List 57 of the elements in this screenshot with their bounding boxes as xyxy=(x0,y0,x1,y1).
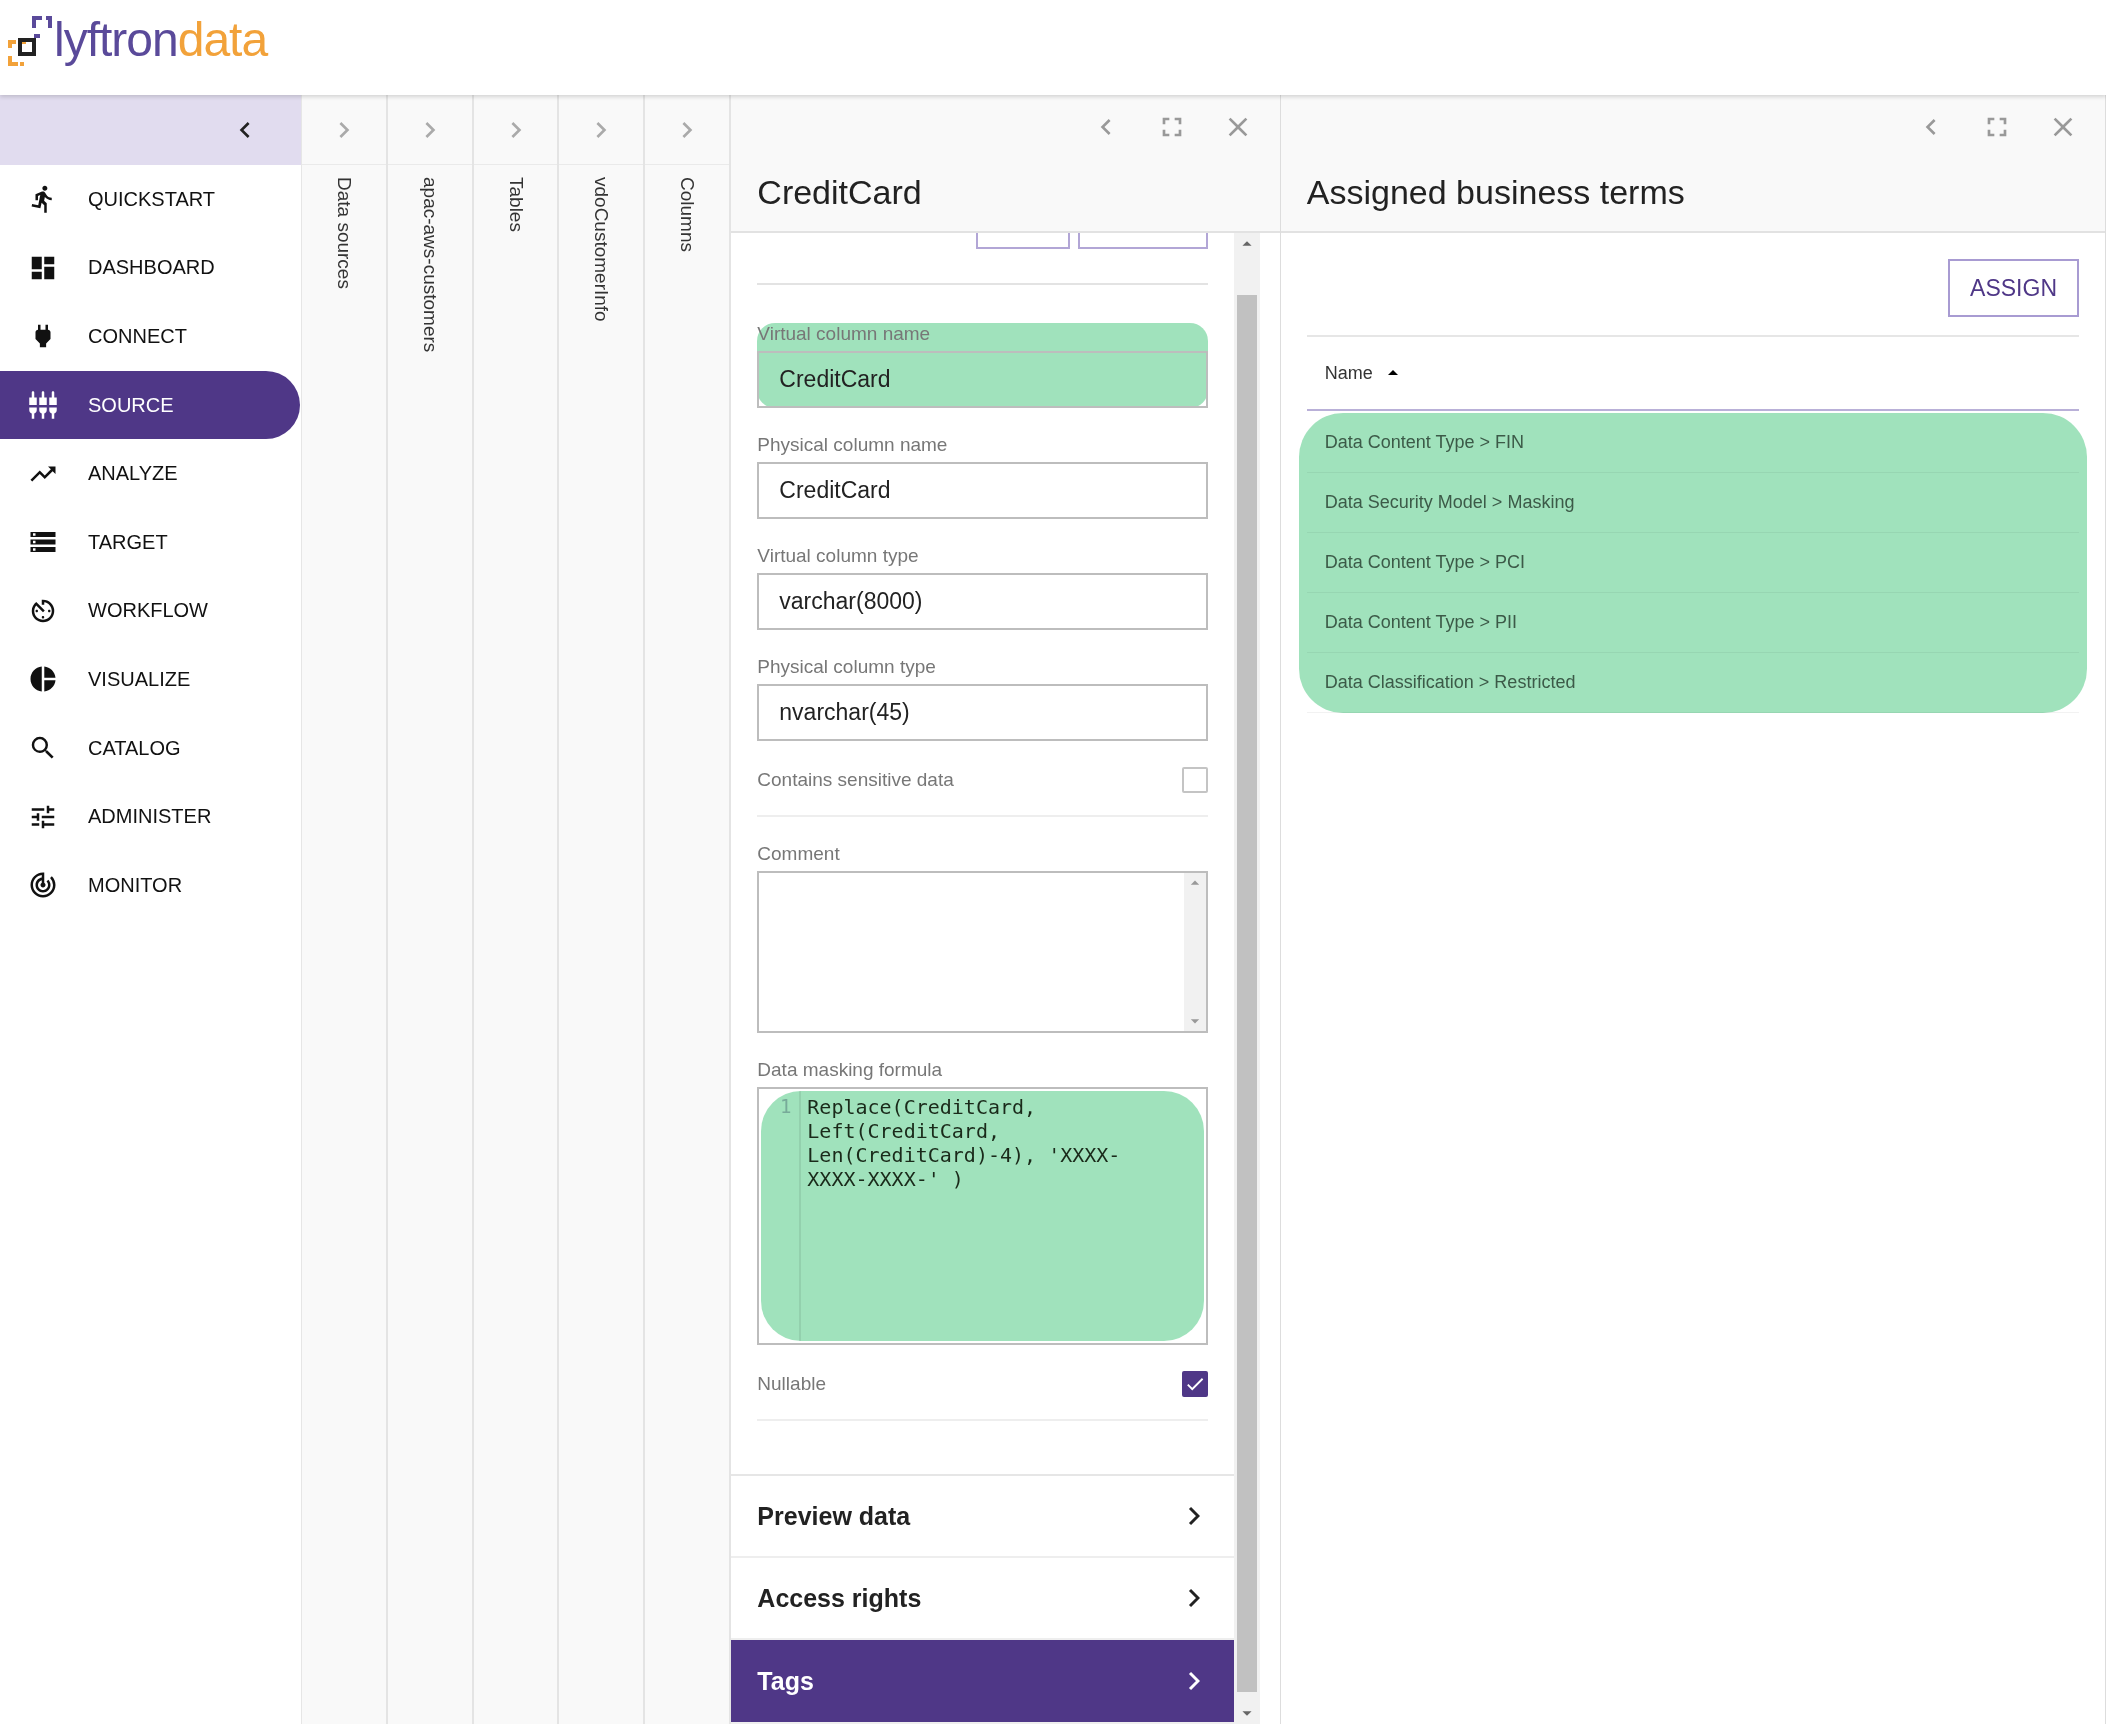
panel-label: Tables xyxy=(504,177,527,232)
comment-field[interactable] xyxy=(757,871,1208,1033)
logo-icon xyxy=(8,13,52,66)
checkbox-label: Nullable xyxy=(757,1373,826,1395)
table-row[interactable]: Data Content Type > PII xyxy=(1306,593,2079,653)
chevron-right-icon xyxy=(1187,1506,1200,1526)
code-editor[interactable]: 1 Replace(CreditCard, Left(CreditCard, Len(CreditCard)-4), 'XXXX-XXXX-XXXX-' ) xyxy=(757,1087,1208,1345)
table-row[interactable]: Data Content Type > FIN xyxy=(1306,413,2079,473)
panel-title: CreditCard xyxy=(757,173,923,212)
input-field[interactable]: CreditCard xyxy=(757,462,1208,519)
table-row[interactable]: Data Content Type > PCI xyxy=(1306,533,2079,593)
panel-label: apac-aws-customers xyxy=(418,177,441,353)
table-row[interactable]: Data Security Model > Masking xyxy=(1306,473,2079,533)
column-header[interactable]: Name xyxy=(1324,362,1373,384)
sidebar-item[interactable]: QUICKSTART xyxy=(0,165,300,234)
assign-button[interactable]: ASSIGN xyxy=(1948,259,2079,317)
panel-label: Data sources xyxy=(332,177,355,289)
checkbox-label: Contains sensitive data xyxy=(757,769,954,791)
field-label: Data masking formula xyxy=(757,1059,944,1081)
sidebar-item[interactable]: TARGET xyxy=(0,507,300,577)
panel-title: Assigned business terms xyxy=(1306,173,1686,212)
partial-button[interactable] xyxy=(975,233,1070,249)
sidebar-item[interactable]: CONNECT xyxy=(0,302,300,371)
sidebar-item[interactable]: VISUALIZE xyxy=(0,645,300,714)
chevron-right-icon xyxy=(1187,1588,1200,1608)
chevron-right-icon xyxy=(1187,1671,1200,1691)
collapsed-panel[interactable]: apac-aws-customers xyxy=(387,95,474,1724)
input-field[interactable]: nvarchar(45) xyxy=(757,684,1208,741)
checkbox[interactable] xyxy=(1181,1371,1208,1397)
sidebar-item[interactable]: CATALOG xyxy=(0,713,300,783)
partial-button[interactable] xyxy=(1077,233,1208,249)
line-number: 1 xyxy=(761,1091,802,1341)
collapsed-panel[interactable]: Tables xyxy=(473,95,560,1724)
sidebar-item[interactable]: ANALYZE xyxy=(0,439,300,508)
panel-label: Columns xyxy=(676,177,699,252)
scrollbar[interactable] xyxy=(1233,233,1260,1724)
collapsed-panel[interactable]: Data sources xyxy=(301,95,388,1724)
field-label: Physical column type xyxy=(757,656,937,678)
sidebar-item[interactable]: WORKFLOW xyxy=(0,576,300,646)
input-field[interactable]: CreditCard xyxy=(757,351,1208,408)
input-field[interactable]: varchar(8000) xyxy=(757,573,1208,630)
field-label: Virtual column name xyxy=(757,323,932,345)
logo-text: lyftrondata xyxy=(54,12,268,67)
sidebar-item[interactable]: ADMINISTER xyxy=(0,782,300,851)
panel-label: vdoCustomerInfo xyxy=(590,177,613,322)
field-label: Comment xyxy=(757,843,841,865)
sidebar-item[interactable]: SOURCE xyxy=(0,370,300,440)
section-row[interactable]: Tags xyxy=(731,1640,1234,1724)
field-label: Virtual column type xyxy=(757,545,920,567)
sidebar-item[interactable]: MONITOR xyxy=(0,850,300,920)
collapsed-panel[interactable]: Columns xyxy=(645,95,732,1724)
table-row[interactable]: Data Classification > Restricted xyxy=(1306,653,2079,713)
code-text: Replace(CreditCard, Left(CreditCard, Len(CreditCard)-4), 'XXXX-XXXX-XXXX-' ) xyxy=(806,1094,1122,1193)
sidebar-item[interactable]: DASHBOARD xyxy=(0,233,300,303)
collapsed-panel[interactable]: vdoCustomerInfo xyxy=(559,95,646,1724)
sliders-icon xyxy=(28,390,58,421)
field-label: Physical column name xyxy=(757,434,949,456)
